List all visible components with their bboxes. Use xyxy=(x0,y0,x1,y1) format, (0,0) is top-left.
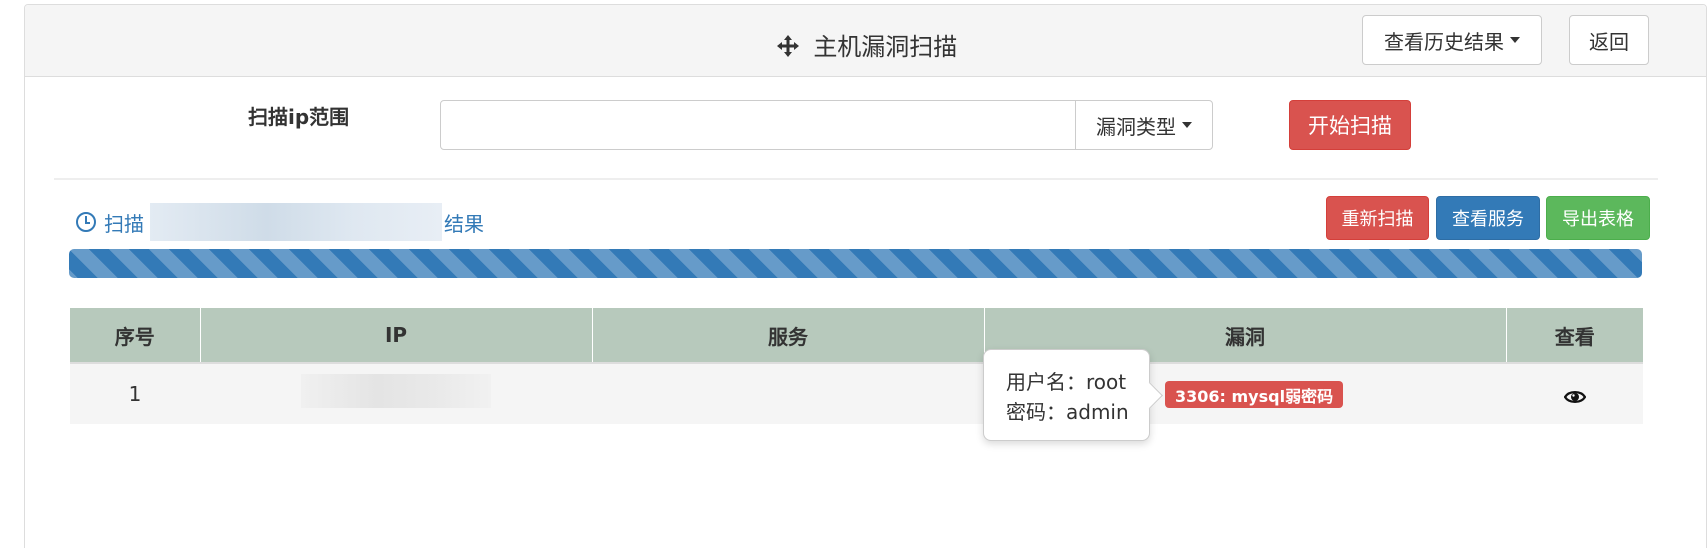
vuln-badge[interactable]: 3306: mysql弱密码 xyxy=(1165,381,1344,408)
crosshair-move-icon xyxy=(776,34,800,61)
column-header-index: 序号 xyxy=(70,308,201,364)
export-table-button[interactable]: 导出表格 xyxy=(1546,196,1650,240)
vuln-type-dropdown[interactable]: 漏洞类型 xyxy=(1075,100,1213,150)
column-header-view: 查看 xyxy=(1506,308,1643,364)
popover-username: 用户名：root xyxy=(1006,370,1127,394)
column-header-service: 服务 xyxy=(592,308,985,364)
eye-icon[interactable] xyxy=(1563,386,1586,410)
view-services-button[interactable]: 查看服务 xyxy=(1436,196,1540,240)
start-scan-label: 开始扫描 xyxy=(1308,114,1392,138)
row-service xyxy=(592,363,984,424)
table-row: 1 xyxy=(70,363,1643,424)
row-ip xyxy=(200,363,592,424)
popover-password: 密码：admin xyxy=(1006,400,1129,424)
back-label: 返回 xyxy=(1589,29,1629,54)
redacted-ip xyxy=(301,374,491,408)
scan-progress-bar xyxy=(69,249,1642,278)
page-title-text: 主机漏洞扫描 xyxy=(813,33,958,61)
rescan-label: 重新扫描 xyxy=(1341,209,1414,230)
results-table: 序号 IP 服务 漏洞 查看 1 xyxy=(70,308,1643,424)
clock-icon xyxy=(76,212,96,232)
start-scan-button[interactable]: 开始扫描 xyxy=(1289,100,1411,150)
history-results-dropdown[interactable]: 查看历史结果 xyxy=(1362,15,1542,65)
view-services-label: 查看服务 xyxy=(1452,209,1524,230)
export-table-label: 导出表格 xyxy=(1562,209,1634,230)
ip-range-input[interactable] xyxy=(440,100,1076,150)
result-prefix: 扫描 xyxy=(104,211,144,236)
caret-down-icon xyxy=(1510,37,1520,43)
row-view xyxy=(1506,363,1643,424)
caret-down-icon xyxy=(1182,122,1192,128)
history-results-label: 查看历史结果 xyxy=(1384,29,1504,54)
result-suffix: 结果 xyxy=(444,211,484,236)
scan-range-label: 扫描ip范围 xyxy=(248,105,350,129)
credentials-popover: 用户名：root 密码：admin xyxy=(983,349,1150,441)
column-header-ip: IP xyxy=(200,308,593,364)
vuln-type-label: 漏洞类型 xyxy=(1096,114,1176,139)
table-header-row: 序号 IP 服务 漏洞 查看 xyxy=(70,308,1643,364)
redacted-ip-range xyxy=(150,203,442,241)
scan-result-title: 扫描 结果 xyxy=(76,203,484,241)
row-index: 1 xyxy=(70,363,200,424)
divider xyxy=(54,178,1658,180)
rescan-button[interactable]: 重新扫描 xyxy=(1326,196,1429,240)
back-button[interactable]: 返回 xyxy=(1569,15,1649,65)
